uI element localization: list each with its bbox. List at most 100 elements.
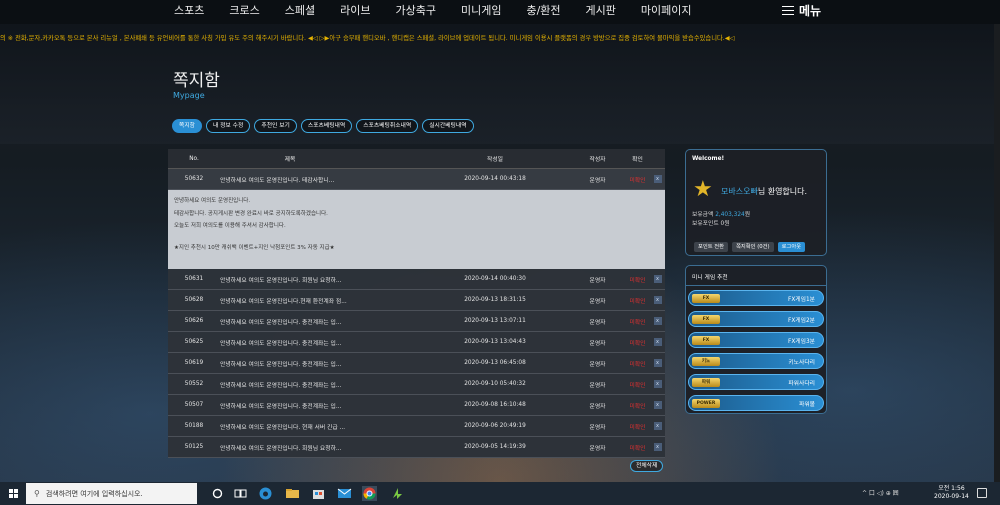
money-unit: 원 (744, 212, 751, 218)
delete-checkbox[interactable]: x (653, 338, 662, 346)
mini-game-title: 미니 게임 추천 (692, 275, 728, 281)
row-title[interactable]: 안녕하세요 여의도 운영진입니다.현재 환전계좌 점... (220, 296, 420, 305)
row-title[interactable]: 안녕하세요 여의도 운영진입니다. 충전계좌는 입... (220, 359, 420, 368)
clock-date: 2020-09-14 (934, 493, 969, 500)
cortana-icon[interactable] (210, 486, 225, 501)
header-check: 확인 (632, 157, 643, 163)
game-logo: POWER (692, 398, 720, 408)
nav-item-sports[interactable]: 스포츠 (174, 2, 204, 18)
windows-taskbar: ⚲ 검색하려면 여기에 입력하십시오. ^ 口 ◁) ⊕ 囲 오전 1:56 2… (0, 482, 1000, 505)
table-row[interactable]: 50125 안녕하세요 여의도 운영진입니다. 회원님 요청하... 2020-… (168, 437, 665, 458)
point-unit: 원 (724, 221, 730, 227)
nav-item-deposit-withdraw[interactable]: 충/환전 (526, 2, 560, 18)
row-date: 2020-09-13 18:31:15 (464, 297, 526, 303)
table-row[interactable]: 50552 안녕하세요 여의도 운영진입니다. 충전계좌는 입... 2020-… (168, 374, 665, 395)
mini-game-item[interactable]: FX FX게임3분 (688, 332, 824, 348)
delete-checkbox[interactable]: x (653, 422, 662, 430)
tab-referrals[interactable]: 추천인 보기 (254, 119, 297, 133)
system-tray[interactable]: ^ 口 ◁) ⊕ 囲 (862, 488, 899, 497)
row-author: 운영자 (589, 361, 606, 368)
detail-line: 오늘도 저희 여의도를 이용해 주셔서 감사합니다. (174, 223, 286, 229)
level-star-icon: ★ (693, 177, 713, 202)
table-row[interactable]: 50625 안녕하세요 여의도 운영진입니다. 충전계좌는 입... 2020-… (168, 332, 665, 353)
nav-item-board[interactable]: 게시판 (586, 2, 616, 18)
delete-checkbox[interactable]: x (653, 443, 662, 451)
row-title[interactable]: 안녕하세요 여의도 운영진입니다. 회원님 요청하... (220, 275, 420, 284)
table-row[interactable]: 50631 안녕하세요 여의도 운영진입니다. 회원님 요청하... 2020-… (168, 269, 665, 290)
row-author: 운영자 (589, 424, 606, 431)
notification-icon[interactable] (977, 488, 987, 498)
mini-game-item[interactable]: FX FX게임1분 (688, 290, 824, 306)
windows-start-icon[interactable] (9, 489, 18, 498)
row-title[interactable]: 안녕하세요 여의도 운영진입니다. 충전계좌는 입... (220, 380, 420, 389)
header-title: 제목 (284, 157, 296, 163)
row-no: 50626 (184, 318, 204, 324)
row-status: 미확인 (629, 177, 646, 184)
delete-all-button[interactable]: 전체삭제 (630, 460, 664, 472)
table-row[interactable]: 50507 안녕하세요 여의도 운영진입니다. 충전계좌는 입... 2020-… (168, 395, 665, 416)
tab-live-bets[interactable]: 실시간베팅내역 (422, 119, 474, 133)
table-row[interactable]: 50619 안녕하세요 여의도 운영진입니다. 충전계좌는 입... 2020-… (168, 353, 665, 374)
row-status: 미확인 (629, 277, 646, 284)
row-title[interactable]: 안녕하세요 여의도 운영진입니다. 현재 서버 긴급 ... (220, 422, 420, 431)
mini-game-item[interactable]: FX FX게임2분 (688, 311, 824, 327)
nav-item-cross[interactable]: 크로스 (229, 2, 259, 18)
store-icon[interactable] (311, 486, 326, 501)
nav-item-live[interactable]: 라이브 (340, 2, 370, 18)
row-status: 미확인 (629, 319, 646, 326)
tab-sports-bet-cancel[interactable]: 스포츠베팅취소내역 (356, 119, 419, 133)
table-row[interactable]: 50628 안녕하세요 여의도 운영진입니다.현재 환전계좌 점... 2020… (168, 290, 665, 311)
game-name: FX게임3분 (788, 338, 815, 345)
tab-sports-bets[interactable]: 스포츠베팅내역 (300, 119, 353, 133)
mini-game-item[interactable]: 파워 파워사다리 (688, 374, 824, 390)
table-row[interactable]: 50632 안녕하세요 여의도 운영진입니다. 테감사합니... 2020-09… (168, 169, 665, 190)
taskbar-clock[interactable]: 오전 1:56 2020-09-14 (934, 485, 969, 501)
delete-checkbox[interactable]: x (653, 175, 662, 183)
point-convert-button[interactable]: 포인트 전환 (694, 242, 729, 252)
row-title[interactable]: 안녕하세요 여의도 운영진입니다. 테감사합니... (220, 175, 420, 184)
delete-checkbox[interactable]: x (653, 317, 662, 325)
row-title[interactable]: 안녕하세요 여의도 운영진입니다. 회원님 요청하... (220, 443, 420, 452)
taskbar-search-input[interactable]: ⚲ 검색하려면 여기에 입력하십시오. (26, 483, 197, 504)
mini-game-item[interactable]: 키노 키노사다리 (688, 353, 824, 369)
row-date: 2020-09-05 14:19:39 (464, 444, 526, 450)
message-check-button[interactable]: 쪽지확인 (0건) (732, 242, 774, 252)
nav-item-mypage[interactable]: 마이페이지 (641, 2, 692, 18)
mail-icon[interactable] (337, 486, 352, 501)
header-author: 작성자 (589, 157, 606, 163)
edge-browser-icon[interactable] (258, 486, 273, 501)
delete-checkbox[interactable]: x (653, 380, 662, 388)
row-no: 50628 (184, 297, 204, 303)
row-title[interactable]: 안녕하세요 여의도 운영진입니다. 충전계좌는 입... (220, 338, 420, 347)
delete-checkbox[interactable]: x (653, 296, 662, 304)
messages-table: No. 제목 작성일 작성자 확인 50632 안녕하세요 여의도 운영진입니다… (168, 149, 665, 458)
delete-checkbox[interactable]: x (653, 401, 662, 409)
file-explorer-icon[interactable] (285, 486, 300, 501)
table-row[interactable]: 50626 안녕하세요 여의도 운영진입니다. 충전계좌는 입... 2020-… (168, 311, 665, 332)
page-subtitle: Mypage (173, 91, 205, 100)
row-title[interactable]: 안녕하세요 여의도 운영진입니다. 충전계좌는 입... (220, 317, 420, 326)
nav-item-minigame[interactable]: 미니게임 (461, 2, 501, 18)
logout-button[interactable]: 로그아웃 (777, 242, 806, 252)
page-scrollbar[interactable] (994, 24, 1000, 482)
chrome-icon[interactable] (362, 486, 377, 501)
game-logo: FX (692, 314, 720, 324)
app-icon[interactable] (390, 486, 405, 501)
menu-button[interactable]: 메뉴 (782, 2, 821, 19)
message-detail: 안녕하세요 여의도 운영진입니다. 테감사합니다. 공지게시판 변경 완료시 바… (168, 190, 665, 269)
task-view-icon[interactable] (233, 486, 248, 501)
row-no: 50507 (184, 402, 204, 408)
nav-menu: 스포츠 크로스 스페셜 라이브 가상축구 미니게임 충/환전 게시판 마이페이지 (174, 0, 717, 20)
mini-game-item[interactable]: POWER 파워볼 (688, 395, 824, 411)
tab-messages[interactable]: 쪽지함 (172, 119, 202, 133)
delete-checkbox[interactable]: x (653, 359, 662, 367)
delete-checkbox[interactable]: x (653, 275, 662, 283)
detail-line: ★지인 추천시 10만 캐쉬백 이벤트+지인 낙첨포인트 3% 자동 지급★ (174, 244, 335, 251)
table-row[interactable]: 50188 안녕하세요 여의도 운영진입니다. 현재 서버 긴급 ... 202… (168, 416, 665, 437)
tab-edit-info[interactable]: 내 정보 수정 (206, 119, 251, 133)
row-title[interactable]: 안녕하세요 여의도 운영진입니다. 충전계좌는 입... (220, 401, 420, 410)
row-date: 2020-09-13 13:07:11 (464, 318, 526, 324)
nav-item-virtual-soccer[interactable]: 가상축구 (396, 2, 436, 18)
nav-item-special[interactable]: 스페셜 (285, 2, 315, 18)
money-value: 2,403,324 (715, 212, 745, 218)
